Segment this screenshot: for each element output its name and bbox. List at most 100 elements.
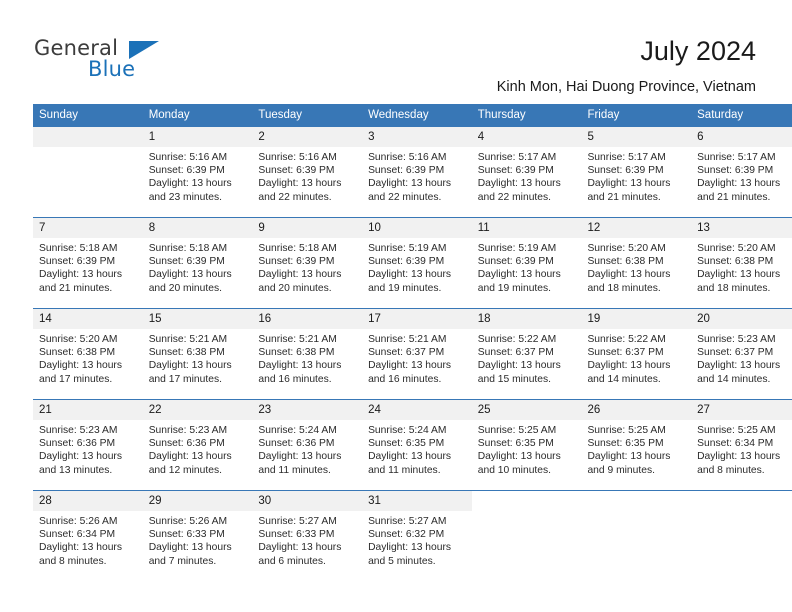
calendar-day-cell[interactable]: 18 Sunrise: 5:22 AM Sunset: 6:37 PM Dayligh… [471,308,582,400]
day-cell-inner: 1 Sunrise: 5:16 AM Sunset: 6:39 PM Daylight… [142,127,253,217]
sunset-time: Sunset: 6:33 PM [148,529,225,541]
day-sun-info: Sunrise: 5:16 AM Sunset: 6:39 PM Daylight:… [252,147,362,204]
calendar-day-cell[interactable]: 5 Sunrise: 5:17 AM Sunset: 6:39 PM Daylight… [581,126,692,218]
day-number: 4 [471,127,582,147]
daylight-duration-line1: Daylight: 13 hours [39,360,122,372]
sunrise-time: Sunrise: 5:23 AM [697,334,776,345]
calendar-day-cell[interactable]: 13 Sunrise: 5:20 AM Sunset: 6:38 PM Dayligh… [691,217,792,309]
calendar-day-cell[interactable]: 11 Sunrise: 5:19 AM Sunset: 6:39 PM Dayligh… [471,217,582,309]
day-number: 17 [362,309,472,329]
sunrise-time: Sunrise: 5:21 AM [148,334,228,345]
calendar-day-cell-empty [33,126,143,218]
day-sun-info: Sunrise: 5:17 AM Sunset: 6:39 PM Daylight:… [581,147,691,204]
sunset-time: Sunset: 6:34 PM [39,529,116,541]
calendar-day-cell[interactable]: 14 Sunrise: 5:20 AM Sunset: 6:38 PM Dayligh… [33,308,143,400]
calendar-day-cell[interactable]: 20 Sunrise: 5:23 AM Sunset: 6:37 PM Dayligh… [691,308,792,400]
sunrise-time: Sunrise: 5:25 AM [587,425,666,436]
day-cell-inner: 9 Sunrise: 5:18 AM Sunset: 6:39 PM Daylight… [252,218,363,308]
calendar-day-cell[interactable]: 10 Sunrise: 5:19 AM Sunset: 6:39 PM Dayligh… [362,217,472,309]
daylight-duration-line2: and 21 minutes. [697,191,771,203]
day-number: 10 [362,218,472,238]
calendar-day-cell[interactable]: 4 Sunrise: 5:17 AM Sunset: 6:39 PM Daylight… [471,126,582,218]
day-sun-info: Sunrise: 5:27 AM Sunset: 6:33 PM Daylight:… [252,511,362,568]
day-sun-info: Sunrise: 5:16 AM Sunset: 6:39 PM Daylight:… [362,147,472,204]
calendar-day-cell[interactable]: 22 Sunrise: 5:23 AM Sunset: 6:36 PM Dayligh… [142,399,253,491]
daylight-duration-line2: and 14 minutes. [587,373,661,385]
calendar-day-cell[interactable]: 30 Sunrise: 5:27 AM Sunset: 6:33 PM Dayligh… [252,490,363,581]
day-cell-inner: 12 Sunrise: 5:20 AM Sunset: 6:38 PM Dayligh… [581,218,692,308]
daylight-duration-line1: Daylight: 13 hours [368,178,452,190]
sunset-time: Sunset: 6:33 PM [258,529,335,541]
calendar-day-cell[interactable]: 23 Sunrise: 5:24 AM Sunset: 6:36 PM Dayligh… [252,399,363,491]
daylight-duration-line2: and 22 minutes. [477,191,552,203]
day-sun-info: Sunrise: 5:17 AM Sunset: 6:39 PM Daylight:… [691,147,792,204]
daylight-duration-line1: Daylight: 13 hours [587,269,671,281]
day-cell-inner: 3 Sunrise: 5:16 AM Sunset: 6:39 PM Daylight… [362,127,472,217]
day-number: 5 [581,127,692,147]
sunset-time: Sunset: 6:39 PM [148,165,225,177]
calendar-day-cell[interactable]: 31 Sunrise: 5:27 AM Sunset: 6:32 PM Dayligh… [362,490,472,581]
calendar-day-cell[interactable]: 17 Sunrise: 5:21 AM Sunset: 6:37 PM Dayligh… [362,308,472,400]
daylight-duration-line1: Daylight: 13 hours [258,178,342,190]
calendar-day-cell[interactable]: 12 Sunrise: 5:20 AM Sunset: 6:38 PM Dayligh… [581,217,692,309]
day-cell-inner: 7 Sunrise: 5:18 AM Sunset: 6:39 PM Daylight… [33,218,143,308]
day-cell-inner [581,491,691,581]
sunrise-time: Sunrise: 5:26 AM [148,516,228,527]
calendar-day-cell[interactable]: 28 Sunrise: 5:26 AM Sunset: 6:34 PM Dayligh… [33,490,143,581]
daylight-duration-line1: Daylight: 13 hours [258,269,342,281]
day-cell-inner: 25 Sunrise: 5:25 AM Sunset: 6:35 PM Dayligh… [471,400,582,490]
calendar-day-cell[interactable]: 8 Sunrise: 5:18 AM Sunset: 6:39 PM Daylight… [142,217,253,309]
daylight-duration-line1: Daylight: 13 hours [368,542,452,554]
calendar-day-cell[interactable]: 15 Sunrise: 5:21 AM Sunset: 6:38 PM Dayligh… [142,308,253,400]
calendar-day-cell[interactable]: 21 Sunrise: 5:23 AM Sunset: 6:36 PM Dayligh… [33,399,143,491]
day-sun-info: Sunrise: 5:20 AM Sunset: 6:38 PM Daylight:… [33,329,143,386]
calendar-week-row: 21 Sunrise: 5:23 AM Sunset: 6:36 PM Dayligh… [33,399,792,491]
sunrise-time: Sunrise: 5:21 AM [258,334,337,345]
calendar-day-cell[interactable]: 16 Sunrise: 5:21 AM Sunset: 6:38 PM Dayligh… [252,308,363,400]
calendar-day-cell[interactable]: 27 Sunrise: 5:25 AM Sunset: 6:34 PM Dayligh… [691,399,792,491]
day-cell-inner: 20 Sunrise: 5:23 AM Sunset: 6:37 PM Dayligh… [691,309,792,399]
day-cell-inner: 5 Sunrise: 5:17 AM Sunset: 6:39 PM Daylight… [581,127,692,217]
calendar-day-cell[interactable]: 6 Sunrise: 5:17 AM Sunset: 6:39 PM Daylight… [691,126,792,218]
day-cell-inner: 8 Sunrise: 5:18 AM Sunset: 6:39 PM Daylight… [142,218,253,308]
day-sun-info: Sunrise: 5:18 AM Sunset: 6:39 PM Daylight:… [33,238,143,295]
daylight-duration-line2: and 8 minutes. [39,555,107,567]
day-cell-inner: 23 Sunrise: 5:24 AM Sunset: 6:36 PM Dayligh… [252,400,363,490]
calendar-day-cell[interactable]: 7 Sunrise: 5:18 AM Sunset: 6:39 PM Daylight… [33,217,143,309]
sunset-time: Sunset: 6:35 PM [368,438,445,450]
calendar-day-cell[interactable]: 24 Sunrise: 5:24 AM Sunset: 6:35 PM Dayligh… [362,399,472,491]
day-sun-info: Sunrise: 5:16 AM Sunset: 6:39 PM Daylight:… [143,147,253,204]
day-cell-inner: 15 Sunrise: 5:21 AM Sunset: 6:38 PM Dayligh… [142,309,253,399]
sunrise-time: Sunrise: 5:24 AM [368,425,447,436]
sunrise-time: Sunrise: 5:27 AM [368,516,447,527]
daylight-duration-line2: and 17 minutes. [148,373,222,385]
sunrise-time: Sunrise: 5:20 AM [587,243,666,254]
calendar-week-row: 14 Sunrise: 5:20 AM Sunset: 6:38 PM Dayligh… [33,308,792,400]
daylight-duration-line2: and 11 minutes. [258,464,331,476]
calendar-day-cell[interactable]: 29 Sunrise: 5:26 AM Sunset: 6:33 PM Dayligh… [142,490,253,581]
calendar-day-cell[interactable]: 19 Sunrise: 5:22 AM Sunset: 6:37 PM Dayligh… [581,308,692,400]
daylight-duration-line1: Daylight: 13 hours [148,360,232,372]
day-cell-inner: 10 Sunrise: 5:19 AM Sunset: 6:39 PM Dayligh… [362,218,472,308]
day-cell-inner: 17 Sunrise: 5:21 AM Sunset: 6:37 PM Dayligh… [362,309,472,399]
sunset-time: Sunset: 6:39 PM [697,165,774,177]
calendar-day-cell[interactable]: 9 Sunrise: 5:18 AM Sunset: 6:39 PM Daylight… [252,217,363,309]
sunset-time: Sunset: 6:38 PM [39,347,116,359]
calendar-day-cell[interactable]: 25 Sunrise: 5:25 AM Sunset: 6:35 PM Dayligh… [471,399,582,491]
daylight-duration-line2: and 6 minutes. [258,555,326,567]
sunset-time: Sunset: 6:37 PM [368,347,445,359]
sunset-time: Sunset: 6:39 PM [148,256,225,268]
daylight-duration-line2: and 11 minutes. [368,464,441,476]
sunset-time: Sunset: 6:39 PM [368,256,445,268]
day-cell-inner: 6 Sunrise: 5:17 AM Sunset: 6:39 PM Daylight… [691,127,792,217]
calendar-day-cell[interactable]: 3 Sunrise: 5:16 AM Sunset: 6:39 PM Daylight… [362,126,472,218]
general-blue-logo[interactable]: General Blue [34,36,234,90]
daylight-duration-line2: and 21 minutes. [39,282,113,294]
daylight-duration-line1: Daylight: 13 hours [477,178,561,190]
daylight-duration-line1: Daylight: 13 hours [697,360,781,372]
calendar-day-cell[interactable]: 1 Sunrise: 5:16 AM Sunset: 6:39 PM Daylight… [142,126,253,218]
calendar-day-cell[interactable]: 26 Sunrise: 5:25 AM Sunset: 6:35 PM Dayligh… [581,399,692,491]
day-number: 2 [252,127,363,147]
calendar-day-cell[interactable]: 2 Sunrise: 5:16 AM Sunset: 6:39 PM Daylight… [252,126,363,218]
day-number: 27 [691,400,792,420]
